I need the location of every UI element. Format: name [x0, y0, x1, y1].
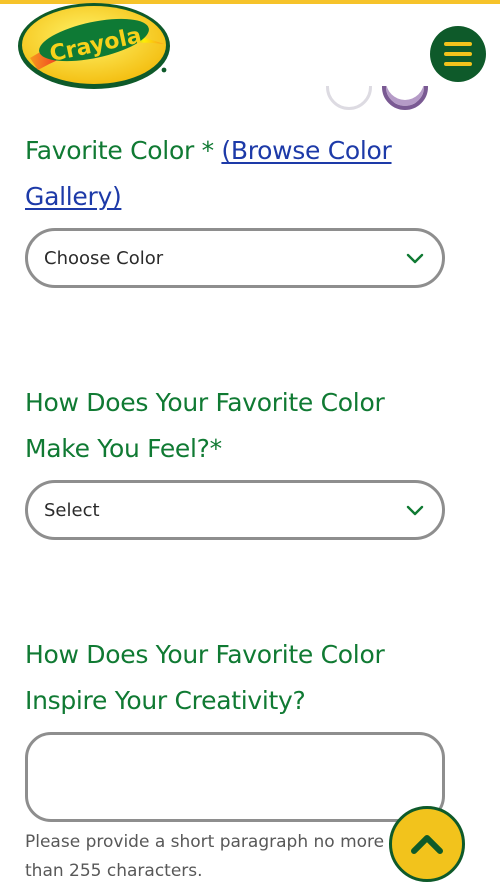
favorite-color-section: Favorite Color * (Browse Color Gallery)	[25, 128, 445, 220]
crayola-logo[interactable]: Crayola	[16, 0, 176, 96]
chevron-down-icon	[406, 505, 424, 516]
favorite-color-select-value: Choose Color	[44, 247, 164, 269]
feel-label: How Does Your Favorite Color Make You Fe…	[25, 388, 385, 463]
inspire-section: How Does Your Favorite Color Inspire You…	[25, 632, 445, 724]
inspire-label: How Does Your Favorite Color Inspire You…	[25, 640, 385, 715]
hamburger-menu-icon	[444, 42, 472, 66]
scroll-to-top-button[interactable]	[389, 806, 465, 882]
feel-select[interactable]: Select	[25, 480, 445, 540]
color-swatch[interactable]	[382, 86, 432, 114]
feel-section: How Does Your Favorite Color Make You Fe…	[25, 380, 445, 472]
chevron-down-icon	[406, 253, 424, 264]
inspire-textarea[interactable]	[25, 732, 445, 822]
favorite-color-select[interactable]: Choose Color	[25, 228, 445, 288]
feel-select-value: Select	[44, 499, 100, 521]
chevron-up-icon	[411, 835, 443, 854]
inspire-helper-text: Please provide a short paragraph no more…	[25, 832, 385, 881]
favorite-color-label: Favorite Color * (Browse Color Gallery)	[25, 128, 445, 220]
color-swatch[interactable]	[326, 86, 376, 114]
favorite-color-label-text: Favorite Color *	[25, 136, 222, 165]
menu-button[interactable]	[430, 26, 486, 82]
